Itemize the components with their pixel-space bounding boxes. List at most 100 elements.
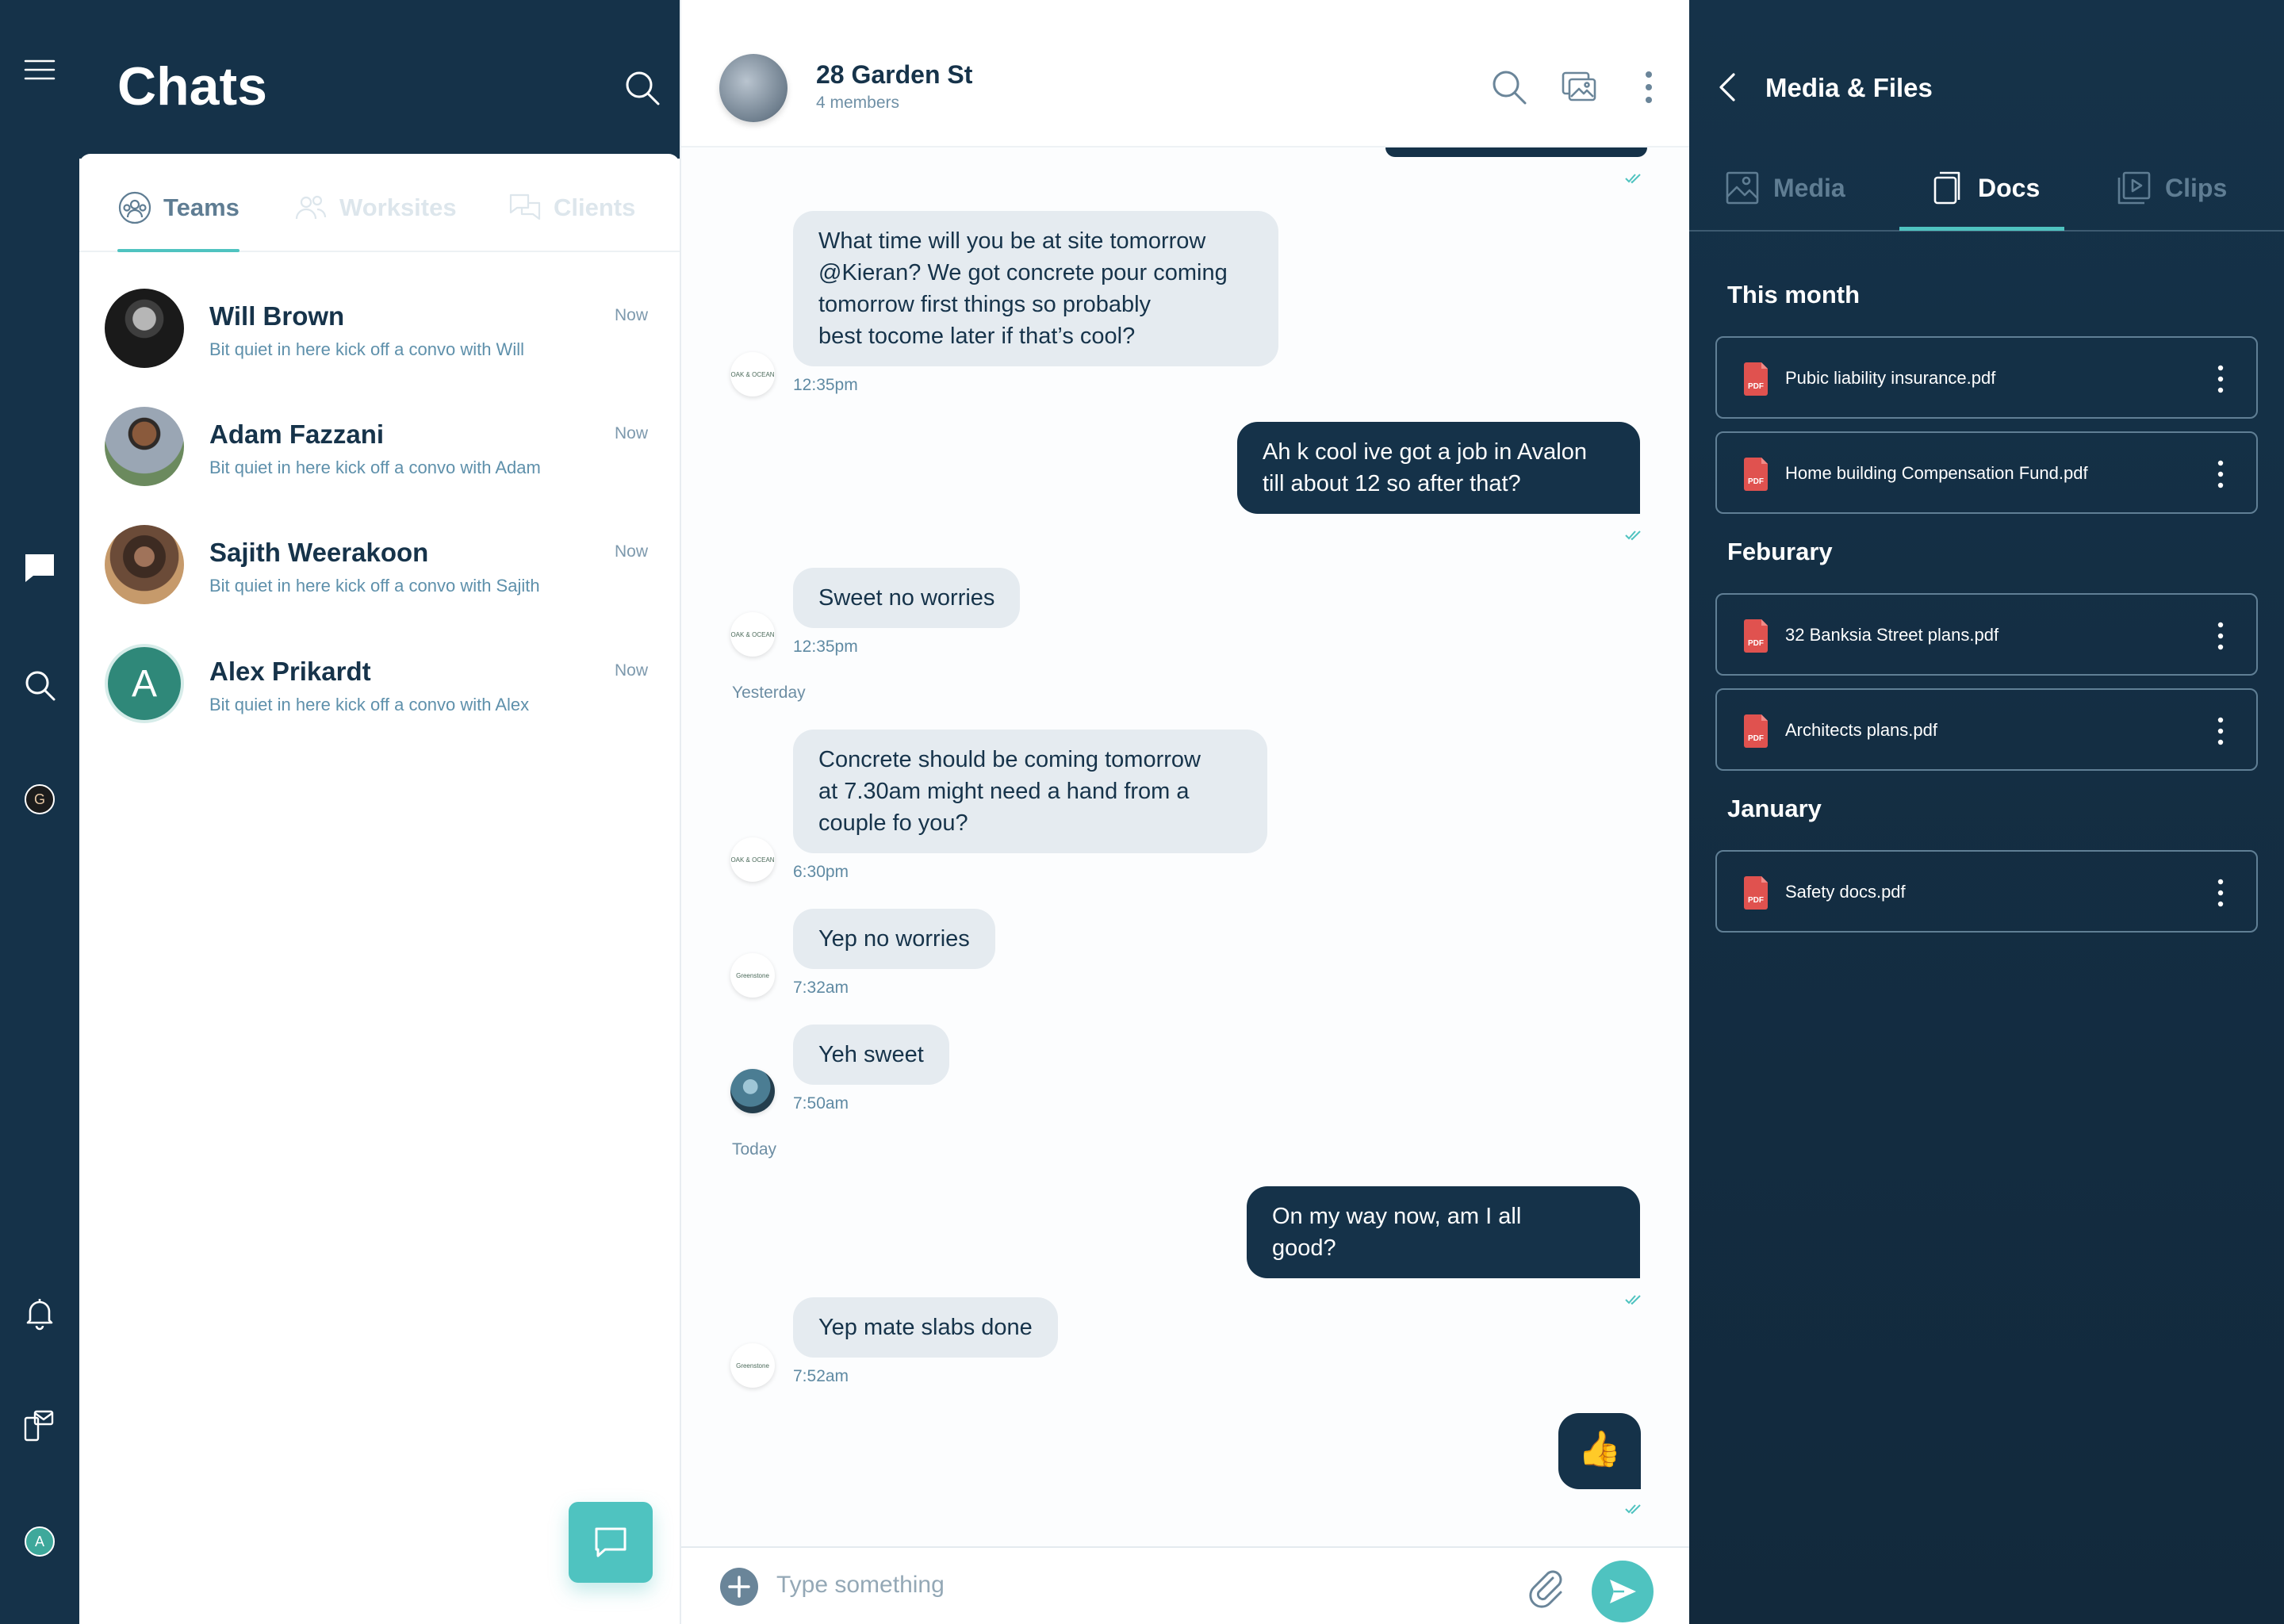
tab-label: Clients: [554, 193, 636, 221]
message-time: 6:30pm: [793, 863, 849, 881]
tab-clips[interactable]: Clips: [2116, 170, 2227, 206]
image-icon: [1726, 171, 1759, 205]
incoming-message[interactable]: Yep no worries: [793, 909, 995, 969]
active-tab-indicator: [117, 249, 240, 252]
chat-list-item[interactable]: A Alex Prikardt Bit quiet in here kick o…: [79, 644, 680, 755]
chat-list-item[interactable]: Adam Fazzani Bit quiet in here kick off …: [79, 407, 680, 518]
read-receipt-icon: [1625, 530, 1641, 541]
org-avatar[interactable]: G: [22, 782, 57, 817]
tab-label: Docs: [1978, 173, 2041, 202]
message-preview: Bit quiet in here kick off a convo with …: [209, 458, 541, 477]
more-vertical-icon[interactable]: [1630, 68, 1668, 106]
chat-list-item[interactable]: Will Brown Bit quiet in here kick off a …: [79, 289, 680, 400]
message-preview: Bit quiet in here kick off a convo with …: [209, 339, 524, 359]
svg-text:PDF: PDF: [1748, 734, 1764, 743]
user-avatar[interactable]: A: [22, 1524, 57, 1559]
sender-avatar: OAK & OCEAN: [730, 612, 775, 657]
new-chat-button[interactable]: [569, 1502, 653, 1583]
message-preview: Bit quiet in here kick off a convo with …: [209, 576, 540, 596]
read-receipt-icon: [1625, 1295, 1641, 1305]
incoming-message[interactable]: What time will you be at site tomorrow @…: [793, 211, 1278, 366]
outgoing-message[interactable]: On my way now, am I all good?: [1247, 1186, 1640, 1278]
doc-item[interactable]: PDF 32 Banksia Street plans.pdf: [1715, 593, 2258, 676]
contact-name: Will Brown: [209, 301, 345, 331]
svg-text:PDF: PDF: [1748, 896, 1764, 905]
doc-name: Pubic liability insurance.pdf: [1785, 368, 1996, 388]
more-vertical-icon[interactable]: [2217, 363, 2225, 395]
new-message-icon: [595, 1527, 627, 1557]
contact-avatar: [105, 289, 184, 368]
pdf-file-icon: PDF: [1744, 458, 1768, 491]
group-avatar[interactable]: [719, 54, 788, 122]
incoming-message[interactable]: Concrete should be coming tomorrow at 7.…: [793, 730, 1267, 853]
files-tabs: Media Docs Clips: [1689, 159, 2284, 232]
hamburger-menu-icon[interactable]: [22, 52, 57, 87]
device-mail-icon[interactable]: [22, 1408, 57, 1443]
message-input[interactable]: Type something: [776, 1572, 945, 1599]
chats-header: Chats: [79, 0, 680, 159]
member-count: 4 members: [816, 94, 900, 112]
teams-icon: [118, 191, 151, 224]
read-receipt-icon: [1625, 174, 1641, 184]
add-icon[interactable]: [719, 1567, 759, 1607]
message-time: Now: [614, 306, 648, 324]
conversation-header: 28 Garden St 4 members: [681, 0, 1691, 147]
doc-item[interactable]: PDF Home building Compensation Fund.pdf: [1715, 431, 2258, 514]
chevron-left-icon[interactable]: [1711, 70, 1746, 105]
doc-name: 32 Banksia Street plans.pdf: [1785, 625, 1999, 645]
bell-icon[interactable]: [22, 1296, 57, 1331]
more-vertical-icon[interactable]: [2217, 715, 2225, 747]
sender-avatar: Greenstone: [730, 953, 775, 998]
chat-list-item[interactable]: Sajith Weerakoon Bit quiet in here kick …: [79, 525, 680, 636]
search-nav-icon[interactable]: [22, 668, 57, 703]
gallery-icon[interactable]: [1560, 68, 1598, 106]
incoming-message[interactable]: Yeh sweet: [793, 1025, 949, 1085]
doc-name: Home building Compensation Fund.pdf: [1785, 463, 2088, 483]
incoming-message[interactable]: Sweet no worries: [793, 568, 1021, 628]
more-vertical-icon[interactable]: [2217, 620, 2225, 652]
incoming-message[interactable]: Yep mate slabs done: [793, 1297, 1058, 1358]
pdf-file-icon: PDF: [1744, 619, 1768, 653]
sender-avatar: [730, 1069, 775, 1113]
tab-label: Clips: [2165, 173, 2228, 202]
more-vertical-icon[interactable]: [2217, 458, 2225, 490]
tab-clients[interactable]: Clients: [508, 190, 635, 225]
doc-item[interactable]: PDF Pubic liability insurance.pdf: [1715, 336, 2258, 419]
conversation-panel: 28 Garden St 4 members What time will yo…: [680, 0, 1691, 1624]
more-vertical-icon[interactable]: [2217, 877, 2225, 909]
outgoing-message[interactable]: Ah k cool ive got a job in Avalon till a…: [1237, 422, 1640, 514]
doc-item[interactable]: PDF Architects plans.pdf: [1715, 688, 2258, 771]
message-time: Now: [614, 661, 648, 680]
section-title: Feburary: [1727, 538, 1833, 565]
tab-label: Teams: [163, 193, 240, 221]
tab-media[interactable]: Media: [1724, 170, 1845, 206]
sender-avatar: OAK & OCEAN: [730, 837, 775, 882]
document-icon: [1933, 171, 1960, 205]
svg-text:PDF: PDF: [1748, 382, 1764, 391]
tab-teams[interactable]: Teams: [117, 190, 240, 225]
section-title: January: [1727, 795, 1822, 822]
tab-label: Media: [1773, 173, 1845, 202]
pdf-file-icon: PDF: [1744, 362, 1768, 396]
contact-name: Sajith Weerakoon: [209, 538, 429, 567]
search-icon[interactable]: [623, 68, 662, 108]
message-preview: Bit quiet in here kick off a convo with …: [209, 695, 530, 714]
day-separator-today: Today: [732, 1140, 777, 1159]
read-receipt-icon: [1625, 1504, 1641, 1515]
tab-docs[interactable]: Docs: [1929, 170, 2040, 206]
conversation-title[interactable]: 28 Garden St: [816, 60, 972, 90]
paperclip-icon[interactable]: [1526, 1567, 1567, 1608]
chat-nav-icon[interactable]: [22, 550, 57, 585]
sender-avatar: Greenstone: [730, 1343, 775, 1388]
contact-name: Adam Fazzani: [209, 419, 385, 449]
media-files-panel: Media & Files Media Docs Clips This mont…: [1689, 0, 2284, 1624]
pdf-file-icon: PDF: [1744, 876, 1768, 910]
tab-worksites[interactable]: Worksites: [293, 190, 457, 225]
send-button[interactable]: [1592, 1561, 1654, 1622]
day-separator-yesterday: Yesterday: [732, 684, 806, 702]
doc-item[interactable]: PDF Safety docs.pdf: [1715, 850, 2258, 933]
search-icon[interactable]: [1490, 68, 1528, 106]
message-time: 7:32am: [793, 979, 849, 997]
outgoing-message[interactable]: 👍: [1558, 1413, 1641, 1489]
chats-panel: Chats Teams Worksites Clients Will Brown…: [79, 0, 680, 1624]
